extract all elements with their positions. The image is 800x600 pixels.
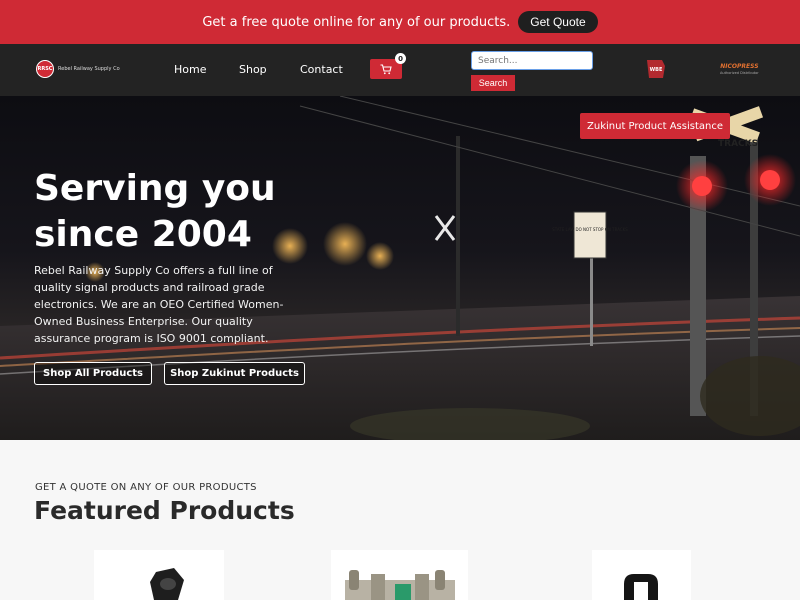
nav-shop[interactable]: Shop <box>239 63 267 76</box>
site-header: RRSC Rebel Railway Supply Co Home Shop C… <box>0 44 800 96</box>
hero-section: TRACKS STATE LAW DO NOT STOP ON TRACKS S… <box>0 96 800 440</box>
promo-bar: Get a free quote online for any of our p… <box>0 0 800 44</box>
zukinut-product-assistance-button[interactable]: Zukinut Product Assistance <box>580 113 730 139</box>
product-card[interactable] <box>592 550 691 600</box>
cart-button[interactable]: 0 <box>370 53 406 79</box>
product-image-hex-nut <box>150 568 184 600</box>
state-law-sign-text: STATE LAW DO NOT STOP ON TRACKS <box>552 227 628 232</box>
hero-description: Rebel Railway Supply Co offers a full li… <box>34 264 284 345</box>
shop-all-products-button[interactable]: Shop All Products <box>34 362 152 385</box>
product-card[interactable] <box>94 550 224 600</box>
logo-text: Rebel Railway Supply Co <box>58 66 120 72</box>
featured-title: Featured Products <box>34 496 295 525</box>
featured-products-section: GET A QUOTE ON ANY OF OUR PRODUCTS Featu… <box>0 440 800 600</box>
partner-logo-sub: Authorized Distributor <box>720 71 759 75</box>
partner-logo-name: NICOPRESS <box>720 63 759 70</box>
search-button[interactable]: Search <box>471 75 515 91</box>
product-card[interactable] <box>331 550 468 600</box>
crossbuck-text: TRACKS <box>718 139 758 149</box>
cart-count-badge: 0 <box>395 53 406 64</box>
product-image-bracket <box>624 574 658 600</box>
search-input[interactable] <box>471 51 593 70</box>
cart-icon <box>380 63 392 74</box>
product-image-connector <box>345 570 455 600</box>
hero-title: Serving you since 2004 <box>34 166 334 258</box>
promo-text: Get a free quote online for any of our p… <box>202 14 511 30</box>
site-logo[interactable]: RRSC Rebel Railway Supply Co <box>36 60 120 78</box>
logo-mark: RRSC <box>36 60 54 78</box>
shop-zukinut-products-button[interactable]: Shop Zukinut Products <box>164 362 305 385</box>
nav-home[interactable]: Home <box>174 63 206 76</box>
featured-eyebrow: GET A QUOTE ON ANY OF OUR PRODUCTS <box>35 482 257 493</box>
wbe-certification-logo: WBE <box>647 60 665 78</box>
wbe-logo-text: WBE <box>650 67 663 73</box>
nav-contact[interactable]: Contact <box>300 63 343 76</box>
get-quote-button[interactable]: Get Quote <box>518 11 598 33</box>
hero-title-line2: since 2004 <box>34 214 252 255</box>
nicopress-logo: NICOPRESS Authorized Distributor <box>720 63 759 75</box>
hero-title-line1: Serving you <box>34 168 276 209</box>
